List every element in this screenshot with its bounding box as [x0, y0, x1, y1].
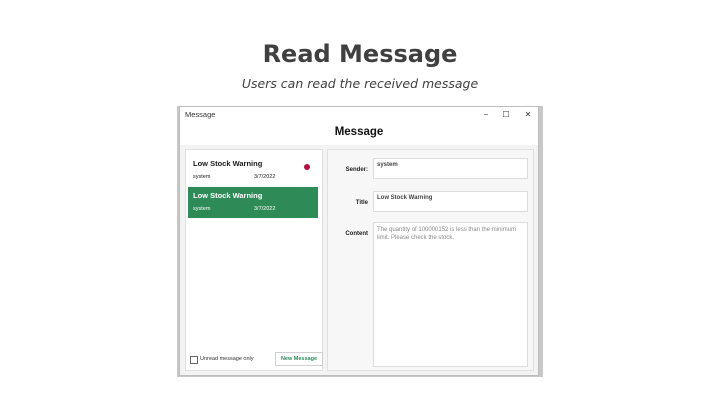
message-item-unread[interactable]: Low Stock Warning system 3/7/2022 — [188, 155, 318, 186]
maximize-button[interactable]: ☐ — [496, 108, 516, 122]
title-bar: Message − ☐ ✕ — [180, 107, 538, 123]
unread-indicator-icon — [304, 164, 310, 170]
new-message-button[interactable]: New Message — [275, 352, 323, 366]
message-date: 3/7/2022 — [254, 174, 276, 180]
message-sender: system — [193, 206, 211, 212]
window-title: Message — [185, 110, 216, 119]
slide-title: Read Message — [262, 40, 458, 68]
message-window: Message − ☐ ✕ Message Low Stock Warning … — [179, 106, 539, 376]
sender-field[interactable]: system — [373, 158, 528, 179]
unread-only-label: Unread message only — [200, 356, 254, 362]
app-screenshot: Message − ☐ ✕ Message Low Stock Warning … — [177, 106, 543, 377]
message-title: Low Stock Warning — [193, 191, 263, 200]
message-detail-panel: Sender: system Title Low Stock Warning C… — [327, 149, 534, 371]
message-date: 3/7/2022 — [254, 206, 276, 212]
content-field[interactable]: The quantity of 100000152 is less than t… — [373, 222, 528, 367]
title-field[interactable]: Low Stock Warning — [373, 191, 528, 212]
title-label: Title — [355, 200, 368, 206]
message-title: Low Stock Warning — [193, 159, 263, 168]
content-label: Content — [345, 231, 368, 237]
slide-subtitle: Users can read the received message — [241, 76, 479, 91]
minimize-button[interactable]: − — [476, 108, 496, 122]
unread-only-checkbox[interactable] — [190, 356, 198, 364]
sender-label: Sender: — [345, 167, 368, 173]
message-item-selected[interactable]: Low Stock Warning system 3/7/2022 — [188, 187, 318, 218]
message-sender: system — [193, 174, 211, 180]
close-button[interactable]: ✕ — [518, 108, 538, 122]
message-list-panel: Low Stock Warning system 3/7/2022 Low St… — [185, 149, 323, 371]
app-title: Message — [334, 126, 384, 138]
